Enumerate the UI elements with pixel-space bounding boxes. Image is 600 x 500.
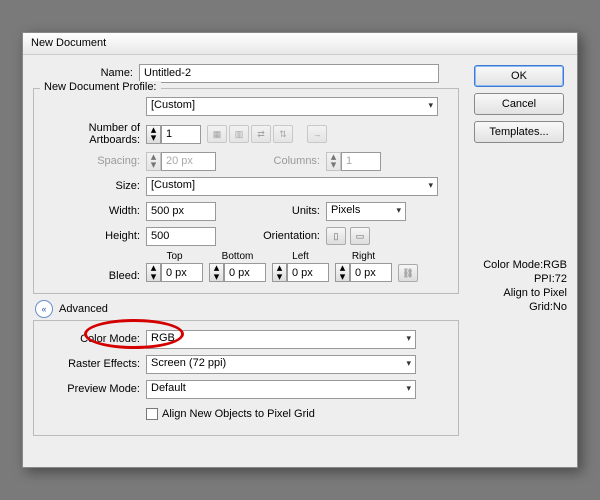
artboards-label: Number of Artboards: bbox=[40, 122, 146, 146]
dialog-title: New Document bbox=[23, 33, 577, 55]
row-icon[interactable]: ⇄ bbox=[251, 125, 271, 143]
units-label: Units: bbox=[216, 205, 326, 217]
bleed-right-spinner[interactable]: ▴▾ bbox=[335, 263, 392, 282]
ok-button[interactable]: OK bbox=[474, 65, 564, 87]
preview-select[interactable]: Default bbox=[146, 380, 416, 399]
align-grid-label: Align New Objects to Pixel Grid bbox=[162, 408, 315, 420]
advanced-fieldset: Color Mode: RGB Raster Effects: Screen (… bbox=[33, 320, 459, 436]
bleed-top-spinner[interactable]: ▴▾ bbox=[146, 263, 203, 282]
spacing-label: Spacing: bbox=[40, 155, 146, 167]
grid-col-icon[interactable]: ▥ bbox=[229, 125, 249, 143]
columns-spinner: ▴▾ bbox=[326, 152, 381, 171]
color-mode-label: Color Mode: bbox=[40, 333, 146, 345]
profile-fieldset: New Document Profile: [Custom] Number of… bbox=[33, 88, 459, 294]
bleed-bottom-spinner[interactable]: ▴▾ bbox=[209, 263, 266, 282]
name-label: Name: bbox=[33, 67, 139, 79]
units-select[interactable]: Pixels bbox=[326, 202, 406, 221]
link-bleed-icon[interactable]: ⛓ bbox=[398, 264, 418, 282]
width-input[interactable] bbox=[146, 202, 216, 221]
size-label: Size: bbox=[40, 180, 146, 192]
profile-label: New Document Profile: bbox=[40, 81, 161, 93]
size-select[interactable]: [Custom] bbox=[146, 177, 438, 196]
raster-label: Raster Effects: bbox=[40, 358, 146, 370]
columns-label: Columns: bbox=[216, 155, 326, 167]
orientation-label: Orientation: bbox=[216, 230, 326, 242]
col-icon[interactable]: ⇅ bbox=[273, 125, 293, 143]
arrow-icon[interactable]: → bbox=[307, 125, 327, 143]
preview-label: Preview Mode: bbox=[40, 383, 146, 395]
spacing-spinner: ▴▾ bbox=[146, 152, 216, 171]
align-grid-checkbox[interactable] bbox=[146, 408, 158, 420]
grid-row-icon[interactable]: ▦ bbox=[207, 125, 227, 143]
bleed-left-spinner[interactable]: ▴▾ bbox=[272, 263, 329, 282]
color-mode-select[interactable]: RGB bbox=[146, 330, 416, 349]
artboards-spinner[interactable]: ▴▾ bbox=[146, 125, 201, 144]
raster-select[interactable]: Screen (72 ppi) bbox=[146, 355, 416, 374]
cancel-button[interactable]: Cancel bbox=[474, 93, 564, 115]
height-input[interactable] bbox=[146, 227, 216, 246]
profile-select[interactable]: [Custom] bbox=[146, 97, 438, 116]
width-label: Width: bbox=[40, 205, 146, 217]
artboard-layout-icons: ▦ ▥ ⇄ ⇅ bbox=[207, 125, 293, 143]
new-document-dialog: New Document Name: New Document Profile:… bbox=[22, 32, 578, 468]
height-label: Height: bbox=[40, 230, 146, 242]
bleed-label: Bleed: bbox=[40, 270, 146, 282]
info-text: Color Mode:RGB PPI:72 Align to Pixel Gri… bbox=[471, 258, 567, 314]
advanced-label: Advanced bbox=[59, 303, 108, 315]
advanced-toggle[interactable]: « bbox=[35, 300, 53, 318]
templates-button[interactable]: Templates... bbox=[474, 121, 564, 143]
name-input[interactable] bbox=[139, 64, 439, 83]
landscape-icon[interactable]: ▭ bbox=[350, 227, 370, 245]
portrait-icon[interactable]: ▯ bbox=[326, 227, 346, 245]
